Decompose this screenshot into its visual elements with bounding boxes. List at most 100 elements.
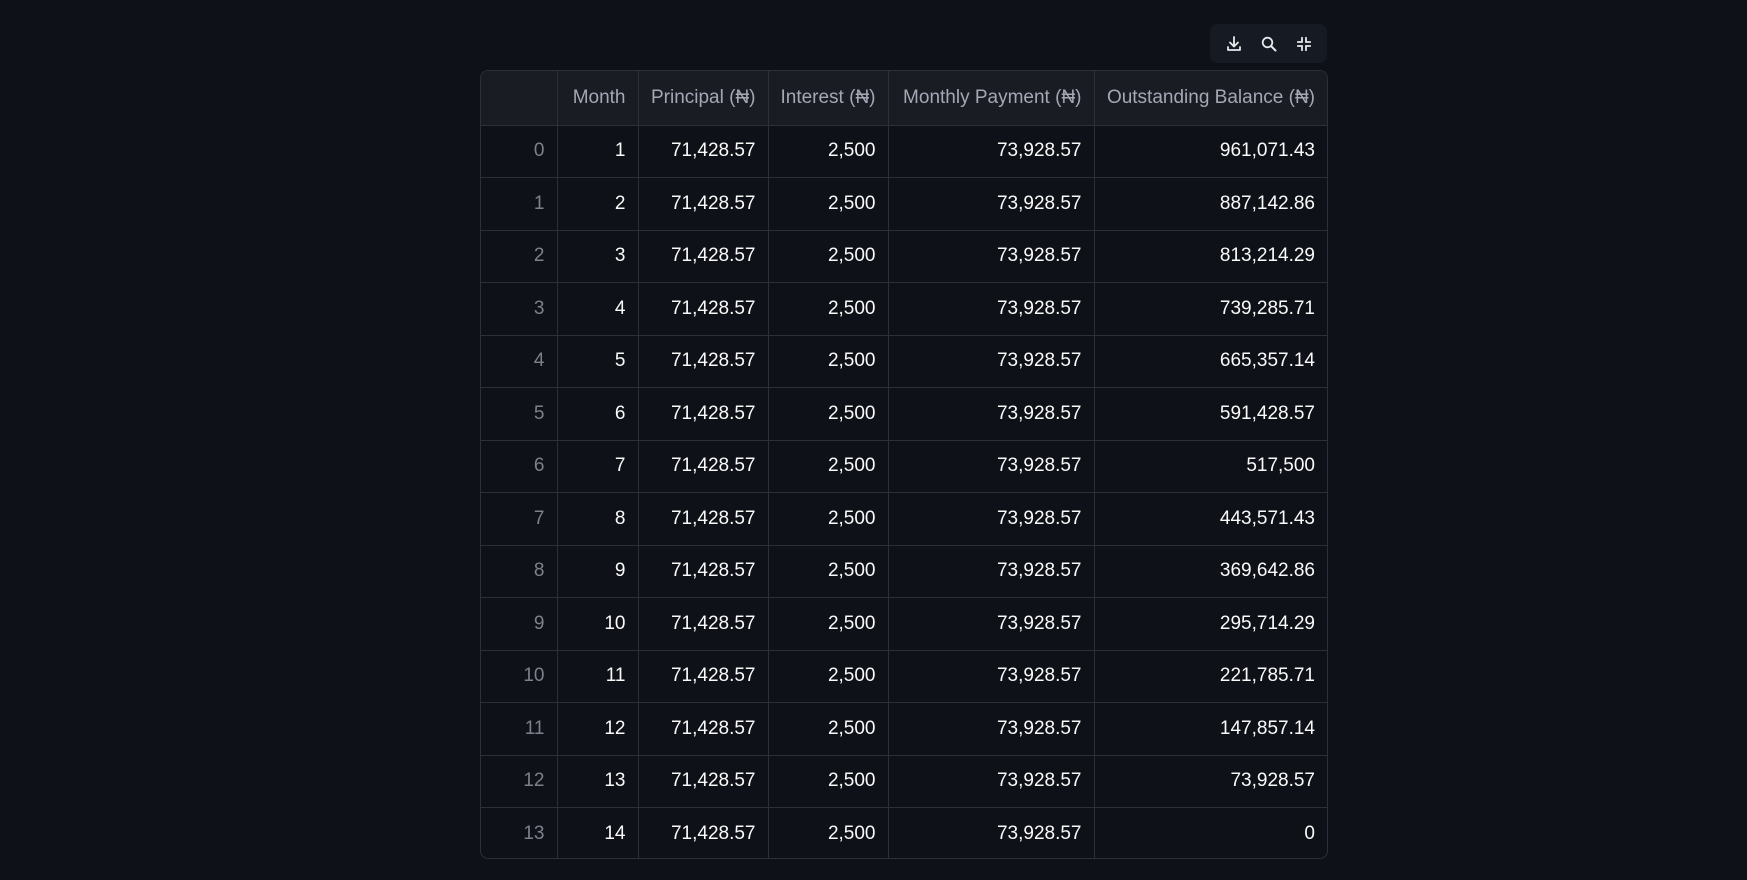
principal-cell[interactable]: 71,428.57 (638, 545, 769, 598)
month-cell[interactable]: 3 (557, 230, 639, 283)
outstanding-balance-cell[interactable]: 369,642.86 (1094, 545, 1327, 598)
principal-cell[interactable]: 71,428.57 (638, 387, 769, 441)
interest-cell[interactable]: 2,500 (768, 492, 889, 546)
row-index-cell[interactable]: 4 (481, 335, 558, 388)
data-table[interactable]: Month Principal (₦) Interest (₦) Monthly… (480, 70, 1328, 859)
outstanding-balance-cell[interactable]: 887,142.86 (1094, 177, 1327, 231)
column-header-month[interactable]: Month (557, 71, 639, 126)
row-index-cell[interactable]: 0 (481, 125, 558, 178)
month-cell[interactable]: 7 (557, 440, 639, 493)
month-cell[interactable]: 8 (557, 492, 639, 546)
principal-cell[interactable]: 71,428.57 (638, 335, 769, 388)
principal-cell[interactable]: 71,428.57 (638, 440, 769, 493)
monthly-payment-cell[interactable]: 73,928.57 (888, 492, 1095, 546)
principal-cell[interactable]: 71,428.57 (638, 807, 769, 858)
interest-cell[interactable]: 2,500 (768, 597, 889, 651)
outstanding-balance-cell[interactable]: 443,571.43 (1094, 492, 1327, 546)
outstanding-balance-cell[interactable]: 813,214.29 (1094, 230, 1327, 283)
monthly-payment-cell[interactable]: 73,928.57 (888, 702, 1095, 756)
collapse-button[interactable] (1289, 29, 1319, 59)
interest-cell[interactable]: 2,500 (768, 177, 889, 231)
monthly-payment-cell[interactable]: 73,928.57 (888, 177, 1095, 231)
table-row[interactable]: 11 12 71,428.57 2,500 73,928.57 147,857.14 (481, 702, 1327, 756)
outstanding-balance-cell[interactable]: 961,071.43 (1094, 125, 1327, 178)
interest-cell[interactable]: 2,500 (768, 440, 889, 493)
row-index-cell[interactable]: 9 (481, 597, 558, 651)
month-cell[interactable]: 5 (557, 335, 639, 388)
row-index-cell[interactable]: 3 (481, 282, 558, 336)
row-index-cell[interactable]: 10 (481, 650, 558, 703)
interest-cell[interactable]: 2,500 (768, 545, 889, 598)
principal-cell[interactable]: 71,428.57 (638, 177, 769, 231)
table-row[interactable]: 13 14 71,428.57 2,500 73,928.57 0 (481, 807, 1327, 859)
principal-cell[interactable]: 71,428.57 (638, 230, 769, 283)
interest-cell[interactable]: 2,500 (768, 230, 889, 283)
outstanding-balance-cell[interactable]: 147,857.14 (1094, 702, 1327, 756)
monthly-payment-cell[interactable]: 73,928.57 (888, 230, 1095, 283)
table-row[interactable]: 10 11 71,428.57 2,500 73,928.57 221,785.71 (481, 650, 1327, 703)
column-header-index[interactable] (481, 71, 558, 126)
principal-cell[interactable]: 71,428.57 (638, 755, 769, 808)
month-cell[interactable]: 11 (557, 650, 639, 703)
row-index-cell[interactable]: 1 (481, 177, 558, 231)
table-row[interactable]: 0 1 71,428.57 2,500 73,928.57 961,071.43 (481, 125, 1327, 178)
row-index-cell[interactable]: 6 (481, 440, 558, 493)
monthly-payment-cell[interactable]: 73,928.57 (888, 807, 1095, 858)
table-row[interactable]: 6 7 71,428.57 2,500 73,928.57 517,500 (481, 440, 1327, 493)
month-cell[interactable]: 10 (557, 597, 639, 651)
table-row[interactable]: 4 5 71,428.57 2,500 73,928.57 665,357.14 (481, 335, 1327, 388)
column-header-interest[interactable]: Interest (₦) (768, 71, 889, 126)
outstanding-balance-cell[interactable]: 665,357.14 (1094, 335, 1327, 388)
table-row[interactable]: 9 10 71,428.57 2,500 73,928.57 295,714.29 (481, 597, 1327, 651)
monthly-payment-cell[interactable]: 73,928.57 (888, 597, 1095, 651)
monthly-payment-cell[interactable]: 73,928.57 (888, 755, 1095, 808)
table-row[interactable]: 7 8 71,428.57 2,500 73,928.57 443,571.43 (481, 492, 1327, 546)
row-index-cell[interactable]: 5 (481, 387, 558, 441)
column-header-monthly-payment[interactable]: Monthly Payment (₦) (888, 71, 1095, 126)
month-cell[interactable]: 2 (557, 177, 639, 231)
row-index-cell[interactable]: 12 (481, 755, 558, 808)
outstanding-balance-cell[interactable]: 221,785.71 (1094, 650, 1327, 703)
principal-cell[interactable]: 71,428.57 (638, 702, 769, 756)
table-row[interactable]: 8 9 71,428.57 2,500 73,928.57 369,642.86 (481, 545, 1327, 598)
monthly-payment-cell[interactable]: 73,928.57 (888, 335, 1095, 388)
monthly-payment-cell[interactable]: 73,928.57 (888, 387, 1095, 441)
column-header-outstanding-balance[interactable]: Outstanding Balance (₦) (1094, 71, 1327, 126)
table-row[interactable]: 5 6 71,428.57 2,500 73,928.57 591,428.57 (481, 387, 1327, 441)
monthly-payment-cell[interactable]: 73,928.57 (888, 650, 1095, 703)
table-row[interactable]: 12 13 71,428.57 2,500 73,928.57 73,928.57 (481, 755, 1327, 808)
table-row[interactable]: 3 4 71,428.57 2,500 73,928.57 739,285.71 (481, 282, 1327, 336)
outstanding-balance-cell[interactable]: 591,428.57 (1094, 387, 1327, 441)
monthly-payment-cell[interactable]: 73,928.57 (888, 125, 1095, 178)
interest-cell[interactable]: 2,500 (768, 702, 889, 756)
outstanding-balance-cell[interactable]: 295,714.29 (1094, 597, 1327, 651)
principal-cell[interactable]: 71,428.57 (638, 125, 769, 178)
month-cell[interactable]: 14 (557, 807, 639, 858)
interest-cell[interactable]: 2,500 (768, 335, 889, 388)
month-cell[interactable]: 9 (557, 545, 639, 598)
row-index-cell[interactable]: 13 (481, 807, 558, 858)
interest-cell[interactable]: 2,500 (768, 387, 889, 441)
outstanding-balance-cell[interactable]: 73,928.57 (1094, 755, 1327, 808)
interest-cell[interactable]: 2,500 (768, 282, 889, 336)
table-row[interactable]: 1 2 71,428.57 2,500 73,928.57 887,142.86 (481, 177, 1327, 231)
row-index-cell[interactable]: 8 (481, 545, 558, 598)
monthly-payment-cell[interactable]: 73,928.57 (888, 282, 1095, 336)
month-cell[interactable]: 4 (557, 282, 639, 336)
interest-cell[interactable]: 2,500 (768, 807, 889, 858)
principal-cell[interactable]: 71,428.57 (638, 650, 769, 703)
interest-cell[interactable]: 2,500 (768, 755, 889, 808)
outstanding-balance-cell[interactable]: 517,500 (1094, 440, 1327, 493)
monthly-payment-cell[interactable]: 73,928.57 (888, 440, 1095, 493)
outstanding-balance-cell[interactable]: 0 (1094, 808, 1327, 859)
interest-cell[interactable]: 2,500 (768, 125, 889, 178)
month-cell[interactable]: 13 (557, 755, 639, 808)
month-cell[interactable]: 12 (557, 702, 639, 756)
search-button[interactable] (1254, 29, 1284, 59)
table-row[interactable]: 2 3 71,428.57 2,500 73,928.57 813,214.29 (481, 230, 1327, 283)
column-header-principal[interactable]: Principal (₦) (638, 71, 769, 126)
month-cell[interactable]: 6 (557, 387, 639, 441)
monthly-payment-cell[interactable]: 73,928.57 (888, 545, 1095, 598)
outstanding-balance-cell[interactable]: 739,285.71 (1094, 282, 1327, 336)
principal-cell[interactable]: 71,428.57 (638, 282, 769, 336)
